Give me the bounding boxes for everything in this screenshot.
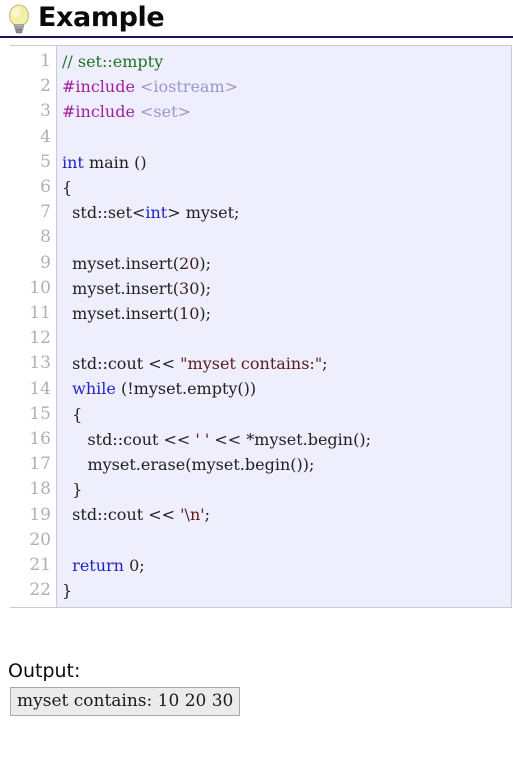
line-number: 20 (29, 529, 51, 550)
lightbulb-icon (6, 2, 32, 34)
output-label: Output: (8, 660, 81, 683)
line-number: 5 (40, 151, 51, 172)
code-line: // set::empty (62, 52, 164, 71)
line-number: 4 (40, 126, 51, 147)
code-block[interactable]: 1 2 3 4 5 6 7 8 9 10 11 12 13 14 15 16 17 18 19 20 21 22 // s… (10, 45, 512, 609)
line-number: 3 (40, 101, 51, 122)
code-line: #include <set> (62, 102, 191, 122)
line-number-gutter: 1 2 3 4 5 6 7 8 9 10 11 12 13 14 15 16 17 18 19 20 21 22 (10, 46, 57, 608)
code-line: myset.insert(30); (72, 278, 212, 298)
code-line: { (62, 404, 83, 424)
code-line: while (!myset.empty()) (72, 379, 257, 399)
line-number: 11 (29, 303, 51, 324)
code-line: #include <iostream> (62, 77, 239, 97)
line-number: 18 (29, 479, 51, 500)
line-number: 1 (40, 51, 51, 71)
code-content[interactable]: // set::empty#include <iostream>#include… (57, 46, 511, 608)
code-line: std::cout << "myset contains:"; (72, 354, 328, 374)
line-number: 7 (40, 202, 51, 223)
line-number: 15 (29, 403, 51, 424)
line-number: 2 (40, 76, 51, 97)
line-number: 21 (29, 555, 51, 576)
line-number: 19 (29, 504, 51, 525)
code-line: int main () (62, 152, 147, 172)
line-number: 17 (29, 454, 51, 475)
page-title: Example (38, 2, 165, 33)
line-number: 14 (29, 378, 51, 399)
code-line: } (62, 580, 73, 600)
line-number: 13 (29, 353, 51, 374)
line-number: 12 (29, 328, 51, 349)
line-number: 8 (40, 227, 51, 248)
code-line: } (62, 480, 83, 500)
code-line: myset.insert(20); (72, 253, 212, 273)
line-number: 9 (40, 252, 51, 273)
line-number: 22 (29, 580, 51, 601)
line-number: 6 (40, 177, 51, 198)
code-line: myset.erase(myset.begin()); (87, 455, 315, 474)
line-number: 10 (29, 277, 51, 298)
code-line: myset.insert(10); (72, 303, 212, 323)
page-header: Example (0, 0, 513, 34)
output-box: myset contains: 10 20 30 (10, 687, 241, 717)
code-line: return 0; (72, 555, 145, 575)
code-line: std::set<int> myset; (72, 203, 240, 223)
line-number: 16 (29, 429, 51, 450)
code-line: std::cout << '\n'; (72, 505, 211, 525)
header-divider (0, 36, 513, 38)
code-line: { (62, 177, 73, 197)
code-line: std::cout << ' ' << *myset.begin(); (87, 429, 371, 449)
